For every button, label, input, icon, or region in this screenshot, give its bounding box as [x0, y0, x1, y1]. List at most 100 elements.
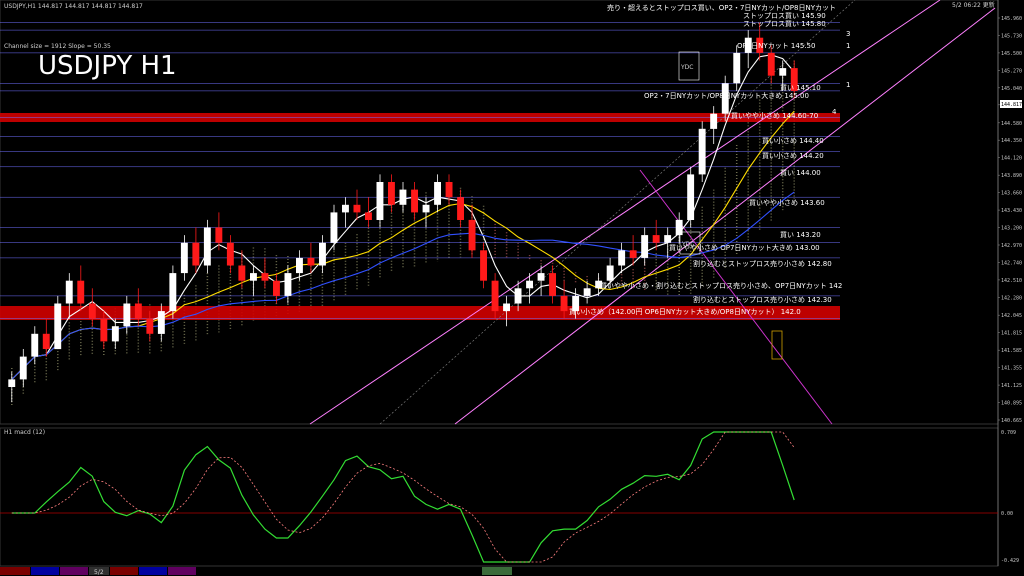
candle-body — [250, 273, 257, 281]
candle-body — [423, 205, 430, 213]
candle-body — [204, 228, 211, 266]
marker-1b: 1 — [846, 81, 850, 89]
macd-signal-line — [12, 432, 794, 562]
candle-body — [262, 273, 269, 281]
macd-panel-frame — [0, 428, 998, 566]
candle-body — [308, 258, 315, 266]
candle-body — [503, 304, 510, 312]
candle-body — [20, 357, 27, 380]
candle-body — [699, 129, 706, 175]
usdjpy-h1-chart[interactable]: USDJPY H1 USDJPY,H1 144.817 144.817 144.… — [0, 0, 1024, 576]
annotation-text: 割り込むとストップロス売り小さめ 142.30 — [693, 295, 832, 304]
candle-body — [215, 228, 222, 243]
macd-zero: 0.00 — [1001, 511, 1013, 517]
candle-body — [515, 288, 522, 303]
price-axis-label: 142.970 — [1001, 243, 1022, 249]
candle-body — [285, 273, 292, 296]
tab-2[interactable] — [31, 567, 59, 575]
annotation-text: 買いやや小さめ 144.60-70 — [731, 111, 818, 120]
macd-line — [12, 432, 794, 562]
tab-1[interactable] — [0, 567, 30, 575]
marker-4: 4 — [832, 108, 837, 116]
marker-3: 3 — [846, 30, 850, 38]
candle-body — [676, 220, 683, 235]
candle-body — [100, 319, 107, 342]
candle-body — [768, 53, 775, 76]
price-axis-label: 145.040 — [1001, 86, 1022, 92]
annotation-text: 買いやや小さめ・割り込むとストップロス売り小さめ、OP7日NYカット 142 — [600, 281, 842, 290]
price-axis-label: 143.430 — [1001, 208, 1022, 214]
price-axis-label: 145.500 — [1001, 51, 1022, 57]
price-axis-label: 144.580 — [1001, 121, 1022, 127]
big-title: USDJPY H1 — [38, 51, 177, 81]
candle-body — [31, 334, 38, 357]
candle-body — [54, 304, 61, 350]
candle-body — [653, 235, 660, 243]
price-axis-label: 142.740 — [1001, 261, 1022, 267]
annotation-text: 割り込むとストップロス売り小さめ 142.80 — [693, 259, 832, 268]
candle-body — [319, 243, 326, 266]
timestamp: 5/2 06:22 更新 — [952, 1, 995, 9]
candle-body — [77, 281, 84, 304]
candle-body — [469, 220, 476, 250]
candle-body — [227, 243, 234, 266]
candle-body — [779, 68, 786, 76]
channel-lower-line — [455, 8, 995, 424]
candle-body — [641, 235, 648, 258]
annotation-text: 買い小さめ（142.00円 OP6日NYカット大きめ/OP8日NYカット） 14… — [569, 307, 801, 316]
price-axis-label: 141.125 — [1001, 383, 1022, 389]
tab-3[interactable] — [60, 567, 88, 575]
channel-info: Channel size = 1912 Slope = 50.35 — [4, 43, 111, 50]
candle-body — [400, 190, 407, 205]
candle-body — [181, 243, 188, 273]
price-axis: 145.960145.730145.500145.270145.040144.8… — [998, 16, 1022, 424]
candle-body — [169, 273, 176, 311]
ydc-box-3 — [772, 331, 782, 359]
price-axis-label: 144.350 — [1001, 138, 1022, 144]
candle-body — [331, 212, 338, 242]
annotation-text: ストップロス買い 145.90 — [743, 12, 826, 20]
candle-body — [354, 205, 361, 213]
candle-body — [365, 212, 372, 220]
candle-body — [342, 205, 349, 213]
candle-body — [480, 250, 487, 280]
price-axis-label: 143.660 — [1001, 191, 1022, 197]
marker-1a: 1 — [846, 42, 850, 50]
price-axis-label: 142.280 — [1001, 295, 1022, 301]
tab-6[interactable] — [139, 567, 167, 575]
candle-body — [457, 197, 464, 220]
candle-body — [549, 273, 556, 296]
ydc-label-2: YDC — [681, 241, 694, 248]
scroll-thumb[interactable] — [482, 567, 512, 575]
ydc-label-1: YDC — [680, 64, 693, 71]
candle-body — [296, 258, 303, 273]
price-axis-label: 144.120 — [1001, 156, 1022, 162]
macd-bottom: -0.429 — [1001, 558, 1019, 564]
annotation-text: ストップロス買い 145.80 — [743, 20, 826, 28]
annotation-text: 売り・超えるとストップロス買い、OP2・7日NYカット/OP8日NYカット — [607, 3, 836, 12]
tab-7[interactable] — [168, 567, 196, 575]
candle-body — [135, 304, 142, 319]
candle-body — [618, 250, 625, 265]
annotation-text: 買い小さめ 144.20 — [762, 151, 824, 160]
annotation-text: 買い 144.00 — [780, 169, 821, 177]
candle-body — [526, 281, 533, 289]
price-axis-label: 141.585 — [1001, 348, 1022, 354]
macd-lines — [12, 432, 794, 562]
ma-fast-line — [12, 55, 794, 380]
bottom-tab-strip[interactable]: 5/2 — [0, 567, 512, 576]
price-axis-label: 141.355 — [1001, 366, 1022, 372]
candle-body — [8, 379, 15, 387]
current-price: 144.817 — [1001, 102, 1022, 108]
price-axis-label: 141.815 — [1001, 331, 1022, 337]
candle-body — [446, 182, 453, 197]
price-axis-label: 142.045 — [1001, 313, 1022, 319]
annotation-text: 買い 145.10 — [780, 84, 821, 92]
price-axis-label: 140.895 — [1001, 401, 1022, 407]
candle-body — [561, 296, 568, 311]
candle-body — [687, 174, 694, 220]
macd-top: 0.709 — [1001, 430, 1016, 436]
annotation-text: 買いやや小さめ 143.60 — [749, 198, 825, 207]
tab-5[interactable] — [110, 567, 138, 575]
channel-upper-line — [310, 0, 940, 424]
